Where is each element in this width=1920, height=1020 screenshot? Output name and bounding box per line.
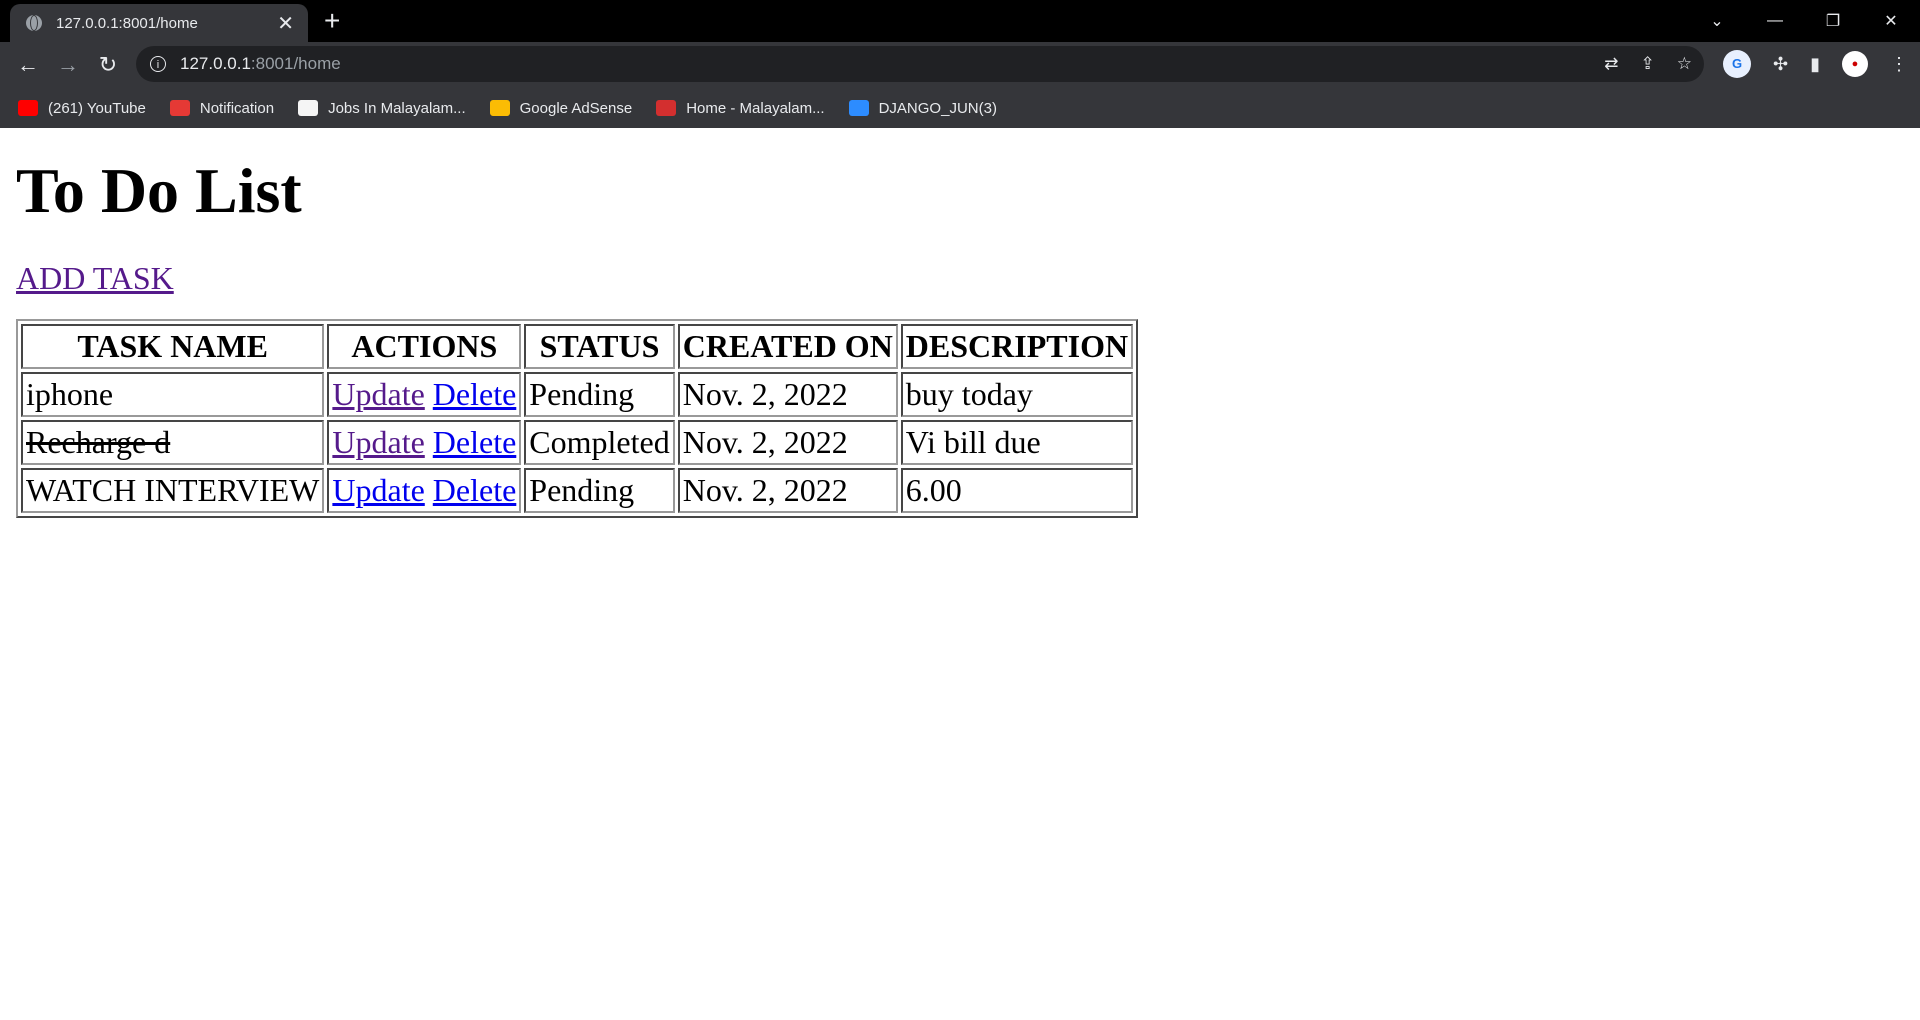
created-cell: Nov. 2, 2022 xyxy=(677,420,898,465)
header-actions: ACTIONS xyxy=(327,324,522,369)
delete-link[interactable]: Delete xyxy=(433,424,517,460)
bookmark-item[interactable]: Google AdSense xyxy=(489,100,632,117)
bookmark-item[interactable]: DJANGO_JUN(3) xyxy=(848,100,997,117)
bookmark-item[interactable]: Notification xyxy=(169,100,274,117)
created-cell: Nov. 2, 2022 xyxy=(677,372,898,417)
google-translate-extension-icon[interactable]: G xyxy=(1723,50,1751,78)
status-cell: Pending xyxy=(524,372,675,417)
task-table: TASK NAME ACTIONS STATUS CREATED ON DESC… xyxy=(16,319,1139,518)
header-task-name: TASK NAME xyxy=(21,324,325,369)
forward-icon[interactable]: → xyxy=(48,52,88,78)
task-name-cell: Recharge d xyxy=(21,420,325,465)
url-text[interactable]: 127.0.0.1:8001/home xyxy=(180,54,341,74)
tab-title: 127.0.0.1:8001/home xyxy=(56,14,198,32)
page-content: To Do List ADD TASK TASK NAME ACTIONS ST… xyxy=(0,128,1920,526)
youtube-icon xyxy=(18,100,38,116)
star-icon[interactable]: ☆ xyxy=(1677,54,1692,74)
tab-strip: 127.0.0.1:8001/home ✕ + ⌄ — ❐ ✕ xyxy=(0,0,1920,42)
adsense-icon xyxy=(489,100,510,116)
update-link[interactable]: Update xyxy=(332,472,424,508)
header-created-on: CREATED ON xyxy=(677,324,898,369)
created-cell: Nov. 2, 2022 xyxy=(677,468,898,513)
restore-icon[interactable]: ❐ xyxy=(1804,11,1862,31)
header-description: DESCRIPTION xyxy=(900,324,1134,369)
status-cell: Pending xyxy=(524,468,675,513)
actions-cell: Update Delete xyxy=(327,468,522,513)
minimize-icon[interactable]: — xyxy=(1746,12,1804,30)
table-header-row: TASK NAME ACTIONS STATUS CREATED ON DESC… xyxy=(21,324,1134,369)
menu-kebab-icon[interactable]: ⋮ xyxy=(1890,54,1908,75)
bookmarks-bar: (261) YouTube Notification Jobs In Malay… xyxy=(0,88,1920,128)
bookmark-item[interactable]: Home - Malayalam... xyxy=(656,100,825,117)
update-link[interactable]: Update xyxy=(332,376,424,412)
table-row: iphone Update Delete Pending Nov. 2, 202… xyxy=(21,372,1134,417)
home-site-icon xyxy=(656,100,677,116)
share-icon[interactable]: ⇪ xyxy=(1641,54,1655,74)
actions-cell: Update Delete xyxy=(327,372,522,417)
update-link[interactable]: Update xyxy=(332,424,424,460)
extensions-puzzle-icon[interactable]: ✣ xyxy=(1773,54,1788,75)
toolbar-right: G ✣ ▮ ● ⋮ xyxy=(1723,50,1908,78)
page-title: To Do List xyxy=(16,155,302,226)
table-row: Recharge d Update Delete Completed Nov. … xyxy=(21,420,1134,465)
bookmark-item[interactable]: (261) YouTube xyxy=(18,100,146,117)
notification-icon xyxy=(169,100,190,116)
status-cell: Completed xyxy=(524,420,675,465)
add-task-link[interactable]: ADD TASK xyxy=(16,260,174,297)
browser-tab[interactable]: 127.0.0.1:8001/home ✕ xyxy=(10,4,308,42)
delete-link[interactable]: Delete xyxy=(433,472,517,508)
close-tab-icon[interactable]: ✕ xyxy=(277,11,294,36)
browser-chrome: 127.0.0.1:8001/home ✕ + ⌄ — ❐ ✕ ← → ↻ i … xyxy=(0,0,1920,128)
reload-icon[interactable]: ↻ xyxy=(88,52,128,78)
browser-toolbar: ← → ↻ i 127.0.0.1:8001/home ⇄ ⇪ ☆ G ✣ ▮ … xyxy=(0,42,1920,88)
translate-icon[interactable]: ⇄ xyxy=(1604,54,1618,74)
delete-link[interactable]: Delete xyxy=(433,376,517,412)
task-name-cell: iphone xyxy=(21,372,325,417)
address-bar[interactable]: i 127.0.0.1:8001/home ⇄ ⇪ ☆ xyxy=(136,46,1704,82)
bookmark-item[interactable]: Jobs In Malayalam... xyxy=(298,100,466,117)
omnibox-actions: ⇄ ⇪ ☆ xyxy=(1604,54,1692,74)
zoom-icon xyxy=(848,100,869,116)
back-icon[interactable]: ← xyxy=(8,52,48,78)
description-cell: 6.00 xyxy=(900,468,1134,513)
new-tab-button[interactable]: + xyxy=(324,6,340,36)
profile-avatar[interactable]: ● xyxy=(1842,51,1868,77)
actions-cell: Update Delete xyxy=(327,420,522,465)
task-name-cell: WATCH INTERVIEW xyxy=(21,468,325,513)
window-controls: ⌄ — ❐ ✕ xyxy=(1688,0,1920,42)
tab-search-icon[interactable]: ⌄ xyxy=(1688,11,1746,31)
site-info-icon[interactable]: i xyxy=(150,56,166,72)
table-row: WATCH INTERVIEW Update Delete Pending No… xyxy=(21,468,1134,513)
globe-icon xyxy=(26,15,42,31)
description-cell: Vi bill due xyxy=(900,420,1134,465)
jobs-site-icon xyxy=(298,100,319,116)
close-window-icon[interactable]: ✕ xyxy=(1862,11,1920,31)
header-status: STATUS xyxy=(524,324,675,369)
side-panel-icon[interactable]: ▮ xyxy=(1810,54,1820,75)
description-cell: buy today xyxy=(900,372,1134,417)
